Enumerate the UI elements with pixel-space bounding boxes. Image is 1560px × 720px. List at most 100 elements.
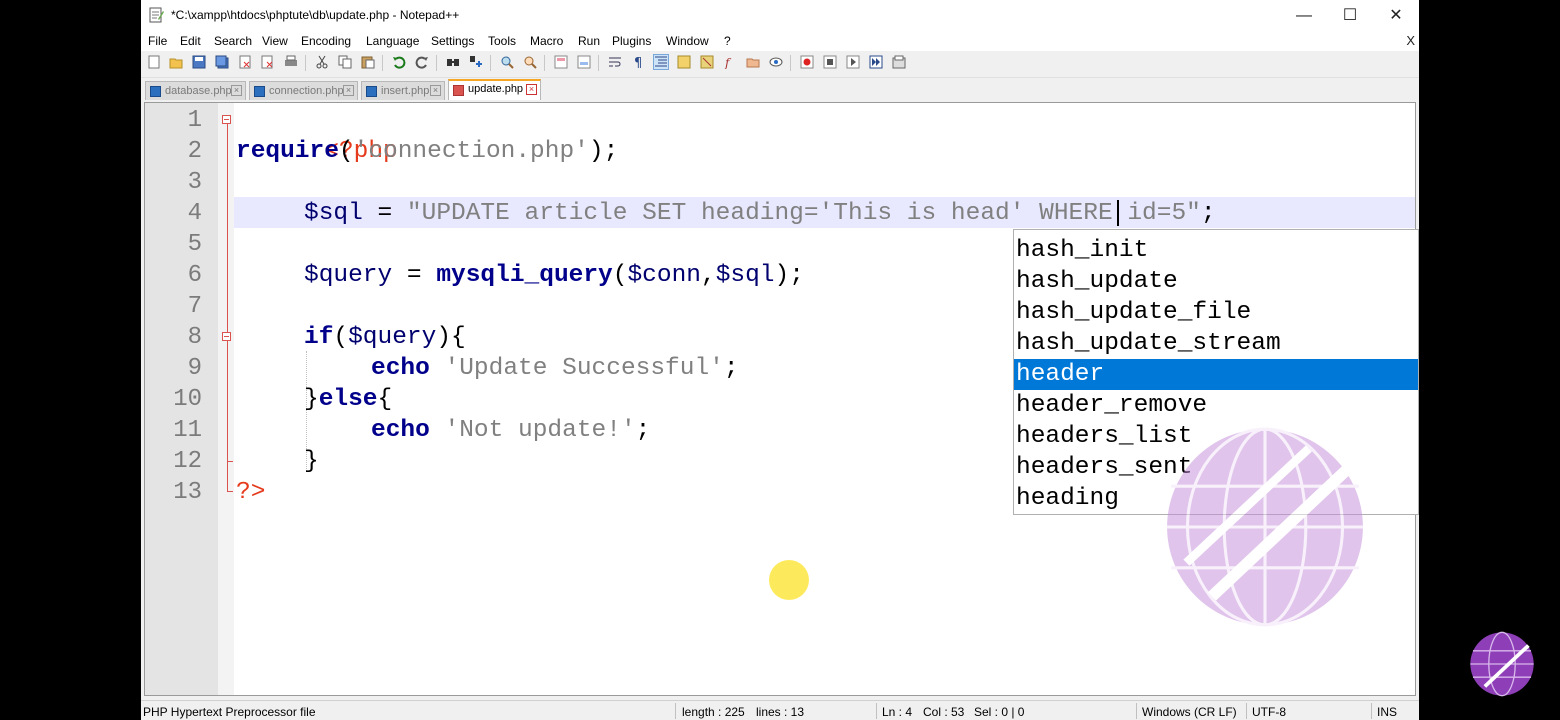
fold-toggle-icon[interactable]: [222, 332, 231, 341]
menu-window[interactable]: Window: [666, 34, 709, 48]
menu-run[interactable]: Run: [578, 34, 600, 48]
find-icon[interactable]: [446, 55, 460, 69]
code-line-4: $sql = "UPDATE article SET heading='This…: [304, 198, 1216, 229]
cut-icon[interactable]: [315, 55, 329, 69]
stop-macro-icon[interactable]: [823, 55, 837, 69]
folder-workspace-icon[interactable]: [746, 55, 760, 69]
new-file-icon[interactable]: [147, 55, 161, 69]
status-insert-mode: INS: [1377, 705, 1398, 719]
close-button[interactable]: ✕: [1373, 0, 1419, 31]
status-line-number: Ln : 4: [882, 705, 913, 719]
line-number: 8: [187, 324, 202, 351]
menu-tools[interactable]: Tools: [488, 34, 516, 48]
status-length: length : 225: [682, 705, 745, 719]
channel-logo-icon: [1470, 631, 1534, 697]
close-document-button[interactable]: X: [1406, 33, 1415, 48]
close-file-icon[interactable]: [238, 55, 252, 69]
autocomplete-item[interactable]: hash_init: [1014, 235, 1418, 266]
line-number: 13: [173, 479, 202, 506]
word-wrap-icon[interactable]: [608, 55, 622, 69]
doc-map-icon[interactable]: [700, 55, 714, 69]
maximize-button[interactable]: ☐: [1327, 0, 1373, 31]
file-unsaved-icon: [453, 85, 464, 96]
paste-icon[interactable]: [361, 55, 375, 69]
replace-icon[interactable]: [469, 55, 483, 69]
tab-insert-php[interactable]: insert.php ×: [361, 81, 445, 100]
autocomplete-item[interactable]: hash_update_file: [1014, 297, 1418, 328]
line-number: 9: [187, 355, 202, 382]
run-macro-multiple-icon[interactable]: [869, 55, 883, 69]
minimize-button[interactable]: —: [1281, 0, 1327, 31]
zoom-in-icon[interactable]: [500, 55, 514, 69]
copy-icon[interactable]: [338, 55, 352, 69]
fold-toggle-icon[interactable]: [222, 115, 231, 124]
punct: ,: [700, 262, 716, 289]
toolbar-separator: [382, 55, 383, 71]
tab-connection-php[interactable]: connection.php ×: [249, 81, 358, 100]
autocomplete-item[interactable]: hash_update_stream: [1014, 328, 1418, 359]
toolbar-separator: [790, 55, 791, 71]
title-bar: *C:\xampp\htdocs\phptute\db\update.php -…: [141, 0, 1419, 31]
zoom-out-icon[interactable]: [523, 55, 537, 69]
variable: $sql: [304, 200, 363, 227]
redo-icon[interactable]: [415, 55, 429, 69]
print-icon[interactable]: [284, 55, 298, 69]
status-encoding: UTF-8: [1252, 705, 1286, 719]
status-lines: lines : 13: [756, 705, 805, 719]
menu-macro[interactable]: Macro: [530, 34, 563, 48]
menu-language[interactable]: Language: [366, 34, 419, 48]
keyword: echo: [371, 355, 430, 382]
status-file-type: PHP Hypertext Preprocessor file: [143, 705, 316, 719]
toolbar-separator: [436, 55, 437, 71]
show-all-chars-icon[interactable]: ¶: [631, 55, 645, 69]
keyword: echo: [371, 417, 430, 444]
tab-close-icon[interactable]: ×: [231, 85, 242, 96]
code-line-10: }else{: [304, 384, 392, 415]
save-macro-icon[interactable]: [892, 55, 906, 69]
save-all-icon[interactable]: [215, 55, 229, 69]
close-all-icon[interactable]: [261, 55, 275, 69]
punct: );: [588, 138, 619, 165]
watermark-globe-icon: [1167, 427, 1363, 627]
menu-plugins[interactable]: Plugins: [612, 34, 651, 48]
undo-icon[interactable]: [392, 55, 406, 69]
tab-label: database.php: [165, 85, 232, 97]
indent-guide-icon[interactable]: [653, 54, 669, 70]
monitoring-icon[interactable]: [769, 55, 783, 69]
menu-search[interactable]: Search: [214, 34, 252, 48]
toolbar-separator: [305, 55, 306, 71]
menu-help[interactable]: ?: [724, 34, 731, 48]
punct: (: [612, 262, 628, 289]
menu-edit[interactable]: Edit: [180, 34, 201, 48]
status-separator: [675, 703, 676, 719]
play-macro-icon[interactable]: [846, 55, 860, 69]
menu-file[interactable]: File: [148, 34, 167, 48]
sync-horizontal-icon[interactable]: [577, 55, 591, 69]
save-icon[interactable]: [192, 55, 206, 69]
code-line-12: }: [304, 446, 319, 477]
string: 'connection.php': [353, 138, 589, 165]
function-list-icon[interactable]: f: [723, 55, 737, 69]
record-macro-icon[interactable]: [800, 55, 814, 69]
menu-encoding[interactable]: Encoding: [301, 34, 351, 48]
autocomplete-item[interactable]: hash_update: [1014, 266, 1418, 297]
punct: }: [304, 386, 319, 413]
tab-update-php[interactable]: update.php ×: [448, 79, 541, 100]
tab-close-icon[interactable]: ×: [343, 85, 354, 96]
keyword: require: [236, 138, 339, 165]
code-line-11: echo 'Not update!';: [371, 415, 650, 446]
file-saved-icon: [366, 86, 377, 97]
tab-database-php[interactable]: database.php ×: [145, 81, 246, 100]
tab-close-icon[interactable]: ×: [526, 84, 537, 95]
menu-view[interactable]: View: [262, 34, 288, 48]
autocomplete-item-selected[interactable]: header: [1014, 359, 1418, 390]
menu-settings[interactable]: Settings: [431, 34, 474, 48]
sync-vertical-icon[interactable]: [554, 55, 568, 69]
user-language-icon[interactable]: [677, 55, 691, 69]
status-column: Col : 53: [923, 705, 965, 719]
fold-end-marker: [227, 491, 233, 492]
autocomplete-item[interactable]: header_remove: [1014, 390, 1418, 421]
tab-close-icon[interactable]: ×: [430, 85, 441, 96]
open-file-icon[interactable]: [169, 55, 183, 69]
